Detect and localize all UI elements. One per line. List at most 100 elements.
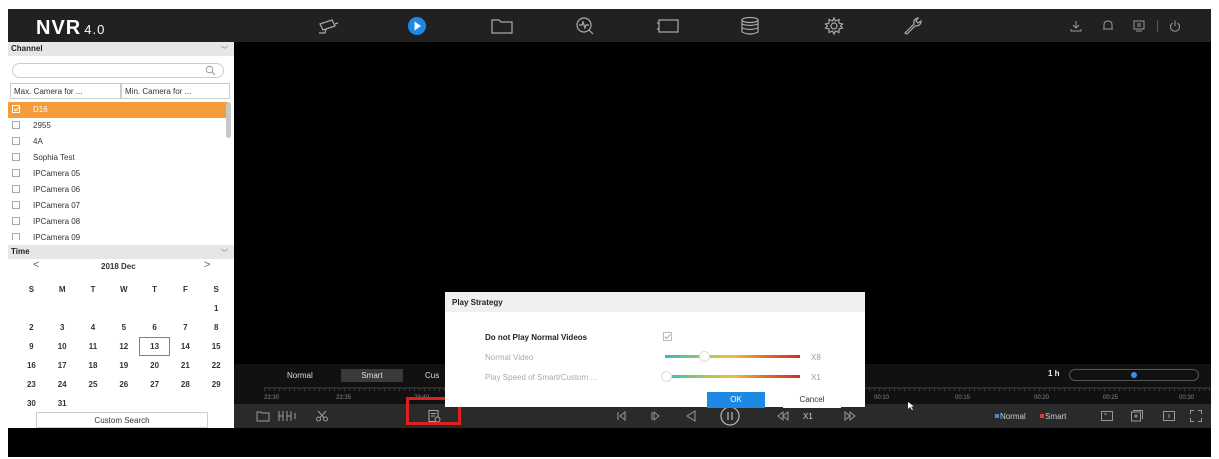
channel-item[interactable]: IPCamera 07 <box>8 198 228 214</box>
next-month-icon[interactable]: > <box>204 259 210 271</box>
search-input[interactable] <box>21 65 201 77</box>
calendar-day[interactable]: 24 <box>47 375 78 394</box>
calendar-day[interactable]: 30 <box>16 394 47 413</box>
smart-speed-slider[interactable] <box>661 371 800 382</box>
calendar-day[interactable]: 29 <box>201 375 232 394</box>
tab-normal[interactable]: Normal <box>281 369 319 382</box>
channel-item[interactable]: 2955 <box>8 118 228 134</box>
do-not-play-checkbox[interactable] <box>663 332 672 341</box>
calendar-empty <box>139 394 170 413</box>
channel-checkbox[interactable] <box>12 201 20 209</box>
slider-thumb[interactable] <box>699 351 710 362</box>
calendar-day[interactable]: 9 <box>16 337 47 356</box>
scissors-icon[interactable] <box>315 409 329 423</box>
clip-range-icon[interactable] <box>277 409 297 423</box>
settings-gear-icon[interactable] <box>822 16 846 36</box>
calendar-day[interactable]: 23 <box>16 375 47 394</box>
slow-down-icon[interactable] <box>776 409 790 423</box>
channel-checkbox[interactable] <box>12 169 20 177</box>
folder-icon[interactable] <box>256 409 270 423</box>
maintenance-wrench-icon[interactable] <box>901 16 925 36</box>
channel-checkbox[interactable] <box>12 121 20 129</box>
calendar-day[interactable]: 21 <box>170 356 201 375</box>
channel-checkbox[interactable] <box>12 185 20 193</box>
channel-item[interactable]: IPCamera 08 <box>8 214 228 230</box>
tab-custom[interactable]: Cus <box>419 369 445 382</box>
split-view-icon[interactable] <box>1100 409 1114 423</box>
calendar-day[interactable]: 8 <box>201 318 232 337</box>
calendar-day[interactable]: 18 <box>78 356 109 375</box>
prev-month-icon[interactable]: < <box>33 259 39 271</box>
custom-search-button[interactable]: Custom Search <box>36 412 208 428</box>
channel-item[interactable]: Sophia Test <box>8 150 228 166</box>
week-row: 23 24 25 26 27 28 29 <box>16 375 232 394</box>
cancel-button[interactable]: Cancel <box>783 392 841 408</box>
config-panel-icon[interactable] <box>656 16 680 36</box>
calendar-day[interactable]: 31 <box>47 394 78 413</box>
calendar-day[interactable]: 10 <box>47 337 78 356</box>
normal-video-speed-slider[interactable] <box>665 351 800 362</box>
channel-checkbox[interactable] <box>12 105 20 113</box>
calendar-day[interactable]: 1 <box>201 299 232 318</box>
calendar-day[interactable]: 11 <box>78 337 109 356</box>
calendar-day[interactable]: 19 <box>108 356 139 375</box>
channel-item[interactable]: IPCamera 05 <box>8 166 228 182</box>
calendar-day[interactable]: 7 <box>170 318 201 337</box>
reverse-play-icon[interactable] <box>684 409 698 423</box>
channel-search[interactable] <box>12 63 224 78</box>
next-frame-icon[interactable] <box>648 409 662 423</box>
calendar-day[interactable]: 28 <box>170 375 201 394</box>
calendar-day[interactable]: 17 <box>47 356 78 375</box>
time-header[interactable]: Time ﹀ <box>8 245 234 259</box>
time-scale-slider[interactable] <box>1069 369 1199 381</box>
calendar-day[interactable]: 20 <box>139 356 170 375</box>
fullscreen-icon[interactable] <box>1189 409 1203 423</box>
channel-checkbox[interactable] <box>12 233 20 240</box>
channel-checkbox[interactable] <box>12 217 20 225</box>
channel-item[interactable]: IPCamera 09 <box>8 230 228 240</box>
channel-item[interactable]: IPCamera 06 <box>8 182 228 198</box>
channel-item[interactable]: D16 <box>8 102 228 118</box>
calendar-day[interactable]: 27 <box>139 375 170 394</box>
single-window-icon[interactable] <box>1162 409 1176 423</box>
channel-item[interactable]: 4A <box>8 134 228 150</box>
calendar-day[interactable]: 3 <box>47 318 78 337</box>
calendar-day[interactable]: 15 <box>201 337 232 356</box>
calendar-day[interactable]: 22 <box>201 356 232 375</box>
calendar-empty <box>16 299 47 318</box>
download-icon[interactable] <box>1069 19 1083 33</box>
calendar-day[interactable]: 12 <box>108 337 139 356</box>
power-icon[interactable] <box>1168 19 1182 33</box>
calendar-day[interactable]: 13 <box>139 337 170 356</box>
slider-thumb[interactable] <box>1131 372 1137 378</box>
calendar-day[interactable]: 2 <box>16 318 47 337</box>
calendar-day[interactable]: 6 <box>139 318 170 337</box>
calendar-day[interactable]: 26 <box>108 375 139 394</box>
calendar-day[interactable]: 4 <box>78 318 109 337</box>
channel-header[interactable]: Channel ﹀ <box>8 42 234 56</box>
search-icon[interactable] <box>205 65 216 76</box>
prev-frame-icon[interactable] <box>614 409 628 423</box>
slider-thumb[interactable] <box>661 371 672 382</box>
channel-checkbox[interactable] <box>12 137 20 145</box>
ok-button[interactable]: OK <box>707 392 765 408</box>
alarm-bell-icon[interactable] <box>1101 19 1115 33</box>
storage-icon[interactable] <box>738 16 762 36</box>
pause-icon[interactable] <box>720 406 740 426</box>
calendar-day[interactable]: 5 <box>108 318 139 337</box>
search-analysis-icon[interactable] <box>573 16 597 36</box>
playback-icon[interactable] <box>405 16 429 36</box>
channel-checkbox[interactable] <box>12 153 20 161</box>
calendar-day[interactable]: 16 <box>16 356 47 375</box>
camera-icon[interactable] <box>316 16 340 36</box>
speed-up-icon[interactable] <box>843 409 857 423</box>
monitor-icon[interactable] <box>1132 19 1146 33</box>
min-camera-button[interactable]: Min. Camera for ... <box>121 83 230 99</box>
smart-search-icon[interactable] <box>1130 409 1144 423</box>
calendar-day[interactable]: 25 <box>78 375 109 394</box>
file-folder-icon[interactable] <box>490 16 514 36</box>
calendar-day[interactable]: 14 <box>170 337 201 356</box>
channel-scrollbar[interactable] <box>226 102 231 138</box>
max-camera-button[interactable]: Max. Camera for ... <box>10 83 121 99</box>
tab-smart[interactable]: Smart <box>341 369 403 382</box>
